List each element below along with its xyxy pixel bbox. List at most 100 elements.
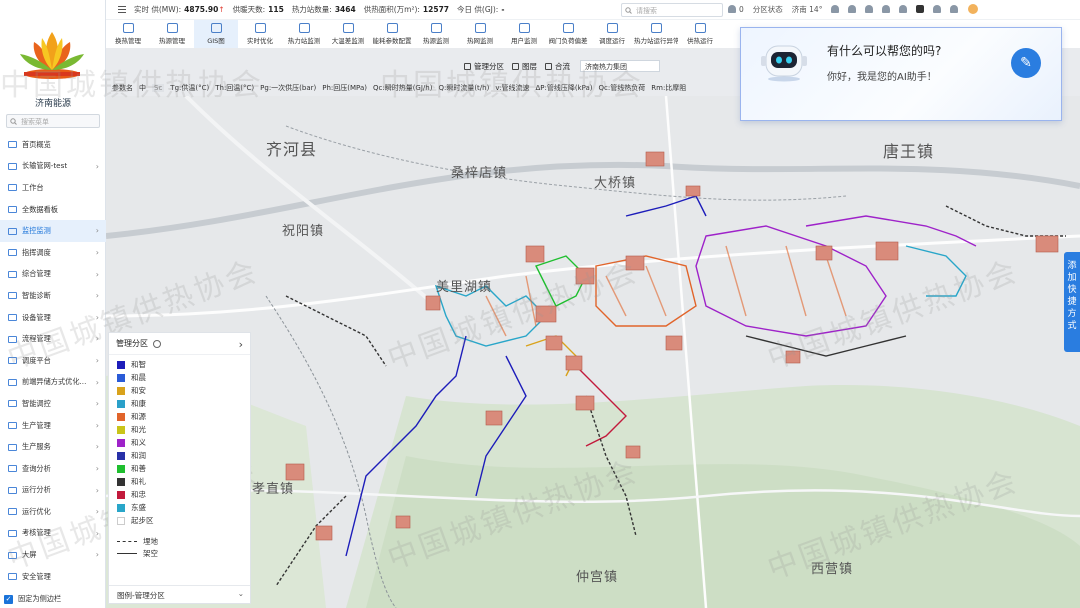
toolbar-button[interactable]: GIS图: [194, 20, 238, 48]
hamburger-menu-icon[interactable]: [118, 6, 126, 13]
zone-legend-item[interactable]: 和义: [109, 436, 250, 449]
avatar[interactable]: [967, 3, 980, 15]
sidebar-item-label: 安全管理: [22, 571, 51, 581]
zone-legend-item[interactable]: 和源: [109, 410, 250, 423]
zone-toggle-button[interactable]: 管理分区: [464, 61, 504, 72]
merge-icon: [545, 62, 552, 70]
notification-count[interactable]: 0: [728, 5, 744, 14]
toolbar-button[interactable]: 热源管理: [150, 20, 194, 48]
sidebar-item[interactable]: 运行分析 ›: [0, 480, 106, 502]
sidebar-item[interactable]: 调度平台 ›: [0, 350, 106, 372]
legend-parameter[interactable]: Th:回温(°C): [215, 83, 254, 93]
toolbar-button[interactable]: 热力站运行异常: [634, 20, 678, 48]
menu-item-icon: [8, 508, 17, 516]
zone-legend-item[interactable]: 和光: [109, 423, 250, 436]
legend-select[interactable]: 图例-管理分区 ⌄: [109, 585, 250, 603]
sidebar-item[interactable]: 监控监测 ›: [0, 220, 106, 242]
legend-parameter[interactable]: Pg:一次供压(bar): [260, 83, 316, 93]
toolbar-button-label: GIS图: [207, 37, 225, 45]
toolbar-button[interactable]: 实时优化: [238, 20, 282, 48]
tool-icon: [298, 23, 310, 33]
menu-search-input[interactable]: 搜索菜单: [6, 114, 100, 128]
lock-icon[interactable]: [848, 5, 857, 13]
zone-swatch: [117, 412, 125, 421]
sidebar-item[interactable]: 大屏 ›: [0, 544, 106, 566]
zone-legend-item[interactable]: 和礼: [109, 475, 250, 488]
refresh-icon[interactable]: [950, 5, 959, 13]
sidebar-item[interactable]: 设备管理 ›: [0, 307, 106, 329]
legend-parameter[interactable]: Ph:回压(MPa): [322, 83, 367, 93]
sidebar-item[interactable]: 运行优化 ›: [0, 501, 106, 523]
user-settings-icon[interactable]: [865, 5, 874, 13]
zone-legend-item[interactable]: 和康: [109, 397, 250, 410]
zone-legend-item[interactable]: 东盛: [109, 501, 250, 514]
sidebar-item[interactable]: 工作台: [0, 177, 106, 199]
legend-parameter[interactable]: 中: [139, 83, 146, 93]
company-select[interactable]: 济南热力集团: [580, 60, 660, 72]
zone-legend-header: 管理分区 ›: [109, 333, 250, 355]
sidebar-item[interactable]: 综合管理 ›: [0, 264, 106, 286]
zone-legend-item[interactable]: 和安: [109, 384, 250, 397]
toolbar-button[interactable]: 大温差监测: [326, 20, 370, 48]
sidebar-item[interactable]: 生产管理 ›: [0, 415, 106, 437]
legend-parameter[interactable]: Sc: [152, 84, 165, 92]
compose-button[interactable]: ✎: [1011, 48, 1041, 78]
sidebar-item[interactable]: 生产服务 ›: [0, 436, 106, 458]
zone-legend-item[interactable]: 起步区: [109, 514, 250, 527]
global-search-input[interactable]: 请搜索: [621, 3, 723, 17]
sidebar-item[interactable]: 流程管理 ›: [0, 328, 106, 350]
legend-parameter[interactable]: Q:瞬时流量(t/h): [438, 83, 489, 93]
place-label: 西营镇: [811, 562, 854, 577]
zone-legend-item[interactable]: 和智: [109, 358, 250, 371]
toolbar-button[interactable]: 热力站监测: [282, 20, 326, 48]
zone-legend-item[interactable]: 和善: [109, 462, 250, 475]
toolbar-button[interactable]: 供热运行: [678, 20, 722, 48]
legend-parameter[interactable]: Rm:比摩阻: [651, 83, 686, 93]
legend-parameter[interactable]: Qc:管线热负荷: [599, 83, 646, 93]
toolbar-button[interactable]: 阀门负荷偏差: [546, 20, 590, 48]
sidebar-item[interactable]: 指挥调度 ›: [0, 242, 106, 264]
gear-icon[interactable]: [153, 339, 161, 348]
chevron-right-icon[interactable]: ›: [239, 338, 243, 351]
legend-parameter[interactable]: v:管线流速: [495, 83, 529, 93]
sidebar-item[interactable]: 智能调控 ›: [0, 393, 106, 415]
zone-legend-item[interactable]: 和晨: [109, 371, 250, 384]
settings-icon[interactable]: [933, 5, 942, 13]
layer-toggle-button[interactable]: 图层: [512, 61, 537, 72]
legend-parameter[interactable]: Tg:供温(°C): [170, 83, 209, 93]
sidebar-item[interactable]: 长输管网-test ›: [0, 156, 106, 178]
sidebar-item[interactable]: 智能诊断 ›: [0, 285, 106, 307]
sidebar-item[interactable]: 全数据看板: [0, 199, 106, 221]
gis-map[interactable]: 齐河县 桑梓店镇 大桥镇 唐王镇 祝阳镇 美里湖镇 仲宫镇 西营镇 孝直镇: [105, 94, 1080, 608]
robot-icon[interactable]: [916, 5, 925, 13]
legend-parameter[interactable]: Qc:瞬时热量(GJ/h): [373, 83, 432, 93]
sidebar-item[interactable]: 查询分析 ›: [0, 458, 106, 480]
legend-parameter[interactable]: 参数名: [112, 83, 133, 93]
zone-legend-item[interactable]: 和润: [109, 449, 250, 462]
sidebar-item[interactable]: 考核管理 ›: [0, 523, 106, 545]
add-shortcut-tab[interactable]: 添加快捷方式: [1064, 252, 1080, 352]
sidebar-item[interactable]: 前端异储方式优化... ›: [0, 372, 106, 394]
region-status-link[interactable]: 分区状态: [753, 4, 783, 15]
toolbar-button[interactable]: 换热管理: [106, 20, 150, 48]
sidebar-item[interactable]: 安全管理: [0, 566, 106, 588]
chevron-right-icon: ›: [95, 161, 99, 171]
zone-name: 和源: [131, 412, 146, 421]
toolbar-button[interactable]: 用户监测: [502, 20, 546, 48]
map-canvas[interactable]: [105, 94, 1080, 608]
toolbar-button[interactable]: 能耗参数配置: [370, 20, 414, 48]
alarm-bell-icon[interactable]: [831, 5, 840, 13]
help-icon[interactable]: [899, 5, 908, 13]
merge-toggle-button[interactable]: 合流: [545, 61, 570, 72]
grid-apps-icon[interactable]: [882, 5, 891, 13]
toolbar-button[interactable]: 热网监测: [458, 20, 502, 48]
sidebar-item[interactable]: 首页概览: [0, 134, 106, 156]
chevron-right-icon: ›: [95, 528, 99, 538]
chevron-right-icon: ›: [95, 442, 99, 452]
legend-parameter[interactable]: ΔP:管线压降(kPa): [535, 83, 592, 93]
toolbar-button[interactable]: 热源监测: [414, 20, 458, 48]
toolbar-button[interactable]: 调度运行: [590, 20, 634, 48]
pin-sidebar-checkbox[interactable]: ✓ 固定为侧边栏: [4, 594, 61, 604]
tool-icon: [210, 23, 222, 33]
zone-legend-item[interactable]: 和忠: [109, 488, 250, 501]
